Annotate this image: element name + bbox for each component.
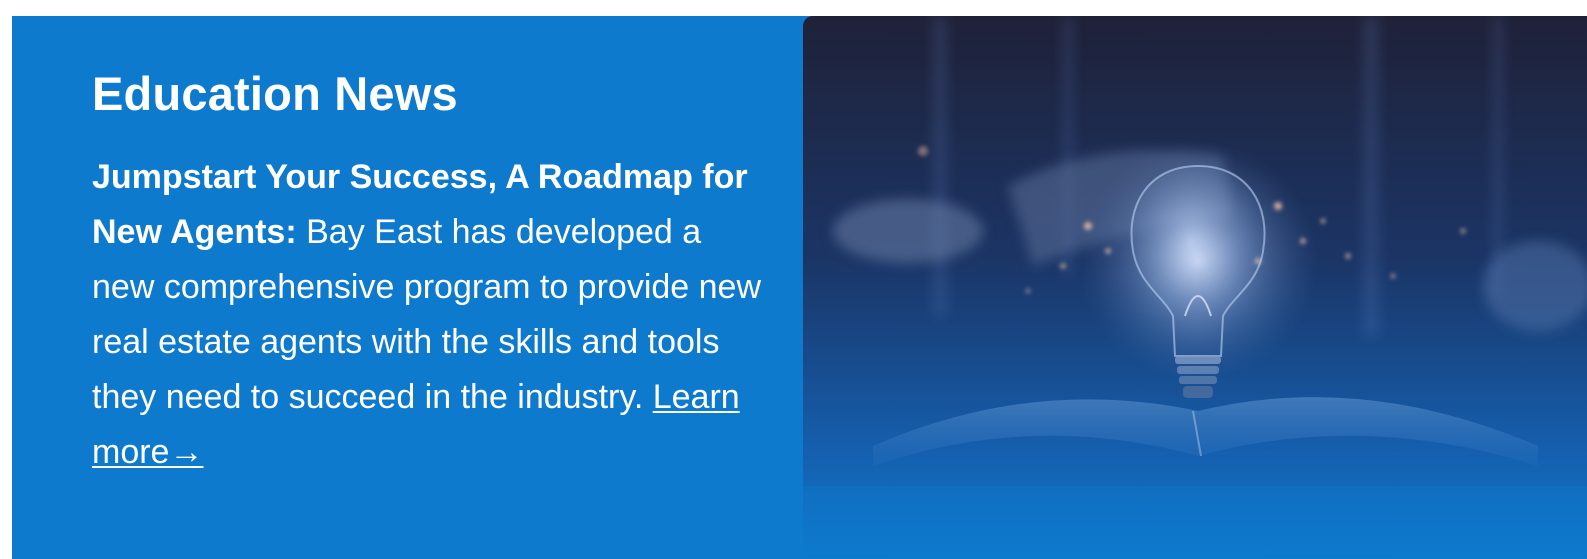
text-column: Education News Jumpstart Your Success, A… <box>92 64 772 480</box>
section-heading: Education News <box>92 67 458 120</box>
article-summary: Jumpstart Your Success, A Roadmap for Ne… <box>92 150 772 480</box>
lightbulb-book-image <box>803 16 1587 559</box>
education-news-banner: Education News Jumpstart Your Success, A… <box>12 16 1587 559</box>
